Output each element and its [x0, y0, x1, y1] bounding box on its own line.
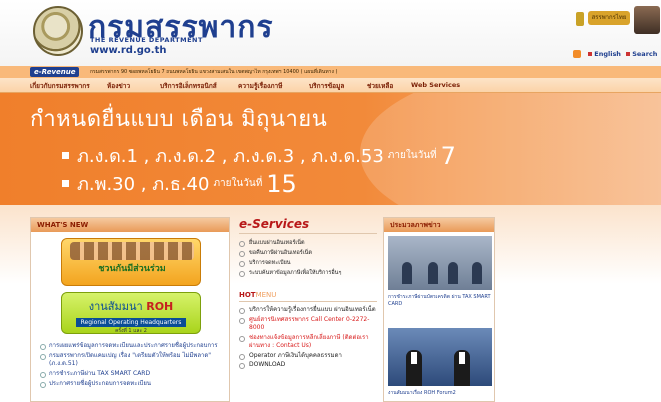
flag-icon [576, 12, 584, 26]
whats-new-title: WHAT'S NEW [31, 218, 229, 232]
hotmenu-title-a: HOT [239, 291, 256, 299]
banner-suffix-2: ภายในวันที่ [213, 178, 263, 189]
promo2-session: ครั้งที่ 1 และ 2 [115, 328, 147, 334]
promo2-title: งานสัมมนา ROH [62, 297, 200, 315]
user-badge[interactable]: สรรพากรไทย [588, 11, 630, 25]
promo2-title-a: งานสัมมนา [88, 300, 143, 313]
banner-title: กำหนดยื่นแบบ เดือน มิถุนายน [30, 107, 328, 132]
bullet-icon [626, 51, 631, 56]
nav-information[interactable]: บริการข้อมูล [309, 81, 344, 91]
banner-forms-2: ภ.พ.30 , ภ.ธ.40 [77, 174, 210, 195]
list-item[interactable]: ประกาศรายชื่อผู้ประกอบการจดทะเบียน [39, 380, 224, 388]
erevenue-logo[interactable]: e-Revenue [30, 67, 80, 77]
list-item[interactable]: การเผยแพร่ข้อมูลการจดทะเบียนและประกาศราย… [39, 342, 224, 350]
main-nav: เกี่ยวกับกรมสรรพากร ห้องข่าว บริการอิเล็… [0, 78, 661, 93]
list-item[interactable]: ศูนย์สารนิเทศสรรพากร Call Center 0-2272-… [239, 316, 377, 333]
promo1-text: ชวนกันมีส่วนร่วม [98, 264, 166, 274]
participation-promo[interactable]: ชวนกันมีส่วนร่วม [61, 238, 201, 286]
promo2-title-b: ROH [146, 300, 174, 313]
hotmenu-title-b: MENU [255, 291, 277, 299]
list-item[interactable]: ระบบค้นหาข้อมูลภาษีเพื่อให้บริการอื่นๆ [239, 268, 377, 278]
person-figure [402, 262, 412, 284]
eservices-title: e-Services [239, 217, 377, 234]
news-photo[interactable] [388, 328, 492, 386]
hotmenu-panel: HOTMENU บริการให้ความรู้เรื่องการยื่นแบบ… [239, 291, 377, 402]
address-bar: e-Revenue กรมสรรพากร 90 ซอยพหลโยธิน 7 ถน… [0, 66, 661, 78]
bullet-icon [62, 180, 69, 187]
hotmenu-title: HOTMENU [239, 291, 377, 302]
list-item[interactable]: บริการจดทะเบียน [239, 258, 377, 268]
brand-name-english: THE REVENUE DEPARTMENT [90, 36, 203, 44]
banner-suffix-1: ภายในวันที่ [387, 150, 437, 161]
address-text: กรมสรรพากร 90 ซอยพหลโยธิน 7 ถนนพหลโยธิน … [90, 69, 338, 75]
list-item[interactable]: บริการให้ความรู้เรื่องการยื่นแบบ ผ่านอิน… [239, 306, 377, 315]
list-item[interactable]: ยื่นแบบผ่านอินเทอร์เน็ต [239, 238, 377, 248]
banner-line-2: ภ.พ.30 , ภ.ธ.40 ภายในวันที่ 15 [62, 169, 297, 198]
brand-url: www.rd.go.th [90, 45, 167, 56]
news-caption-2[interactable]: งานสัมมนาเรื่อง ROH Forum2 [388, 390, 492, 397]
promo-people-image [70, 242, 194, 260]
filing-deadline-banner[interactable]: กำหนดยื่นแบบ เดือน มิถุนายน ภ.ง.ด.1 , ภ.… [0, 93, 661, 205]
roh-seminar-promo[interactable]: งานสัมมนา ROH Regional Operating Headqua… [61, 292, 201, 334]
banner-day-1: 7 [440, 141, 456, 170]
bullet-icon [588, 51, 593, 56]
rss-icon[interactable] [573, 50, 581, 58]
hotmenu-list: บริการให้ความรู้เรื่องการยื่นแบบ ผ่านอิน… [239, 306, 377, 370]
revenue-department-logo[interactable] [33, 6, 83, 56]
news-title: ประมวลภาพข่าว [384, 218, 494, 232]
nav-tax-knowledge[interactable]: ความรู้เรื่องภาษี [238, 81, 282, 91]
nav-eservices[interactable]: บริการอิเล็กทรอนิกส์ [160, 81, 217, 91]
promo2-subtitle: Regional Operating Headquarters [76, 318, 186, 327]
news-panel: ประมวลภาพข่าว การชำระภาษีผ่านบัตรเครดิต … [383, 217, 495, 402]
banner-line-1: ภ.ง.ด.1 , ภ.ง.ด.2 , ภ.ง.ด.3 , ภ.ง.ด.53 ภา… [62, 141, 456, 170]
top-links: English Search FA [573, 50, 661, 58]
eservices-list: ยื่นแบบผ่านอินเทอร์เน็ต ขอคืนภาษีผ่านอิน… [239, 238, 377, 278]
list-item[interactable]: การชำระภาษีผ่าน TAX SMART CARD [39, 370, 224, 378]
person-figure [448, 262, 458, 284]
list-item[interactable]: ช่องทางแจ้งข้อมูลการหลีกเลี่ยงภาษี (ติดต… [239, 334, 377, 351]
list-item[interactable]: Operator ภาษีเงินได้บุคคลธรรมดา [239, 352, 377, 361]
english-link[interactable]: English [594, 50, 621, 58]
shirt-shape [411, 352, 417, 364]
eservices-panel: e-Services ยื่นแบบผ่านอินเทอร์เน็ต ขอคืน… [239, 217, 377, 292]
nav-newsroom[interactable]: ห้องข่าว [107, 81, 130, 91]
whats-new-panel: WHAT'S NEW ชวนกันมีส่วนร่วม งานสัมมนา RO… [30, 217, 230, 402]
search-link[interactable]: Search [632, 50, 657, 58]
list-item[interactable]: DOWNLOAD [239, 361, 377, 370]
person-figure [428, 262, 438, 284]
shirt-shape [459, 352, 465, 364]
list-item[interactable]: ขอคืนภาษีผ่านอินเทอร์เน็ต [239, 248, 377, 258]
banner-forms-1: ภ.ง.ด.1 , ภ.ง.ด.2 , ภ.ง.ด.3 , ภ.ง.ด.53 [77, 146, 384, 167]
content-area: WHAT'S NEW ชวนกันมีส่วนร่วม งานสัมมนา RO… [0, 205, 661, 402]
nav-web-services[interactable]: Web Services [411, 81, 460, 89]
list-item[interactable]: กรมสรรพากรเปิดแคมเปญ เรื่อง "เตรียมตัวให… [39, 352, 224, 368]
bullet-icon [62, 152, 69, 159]
person-figure [472, 262, 482, 284]
official-photo [634, 6, 660, 34]
site-header: กรมสรรพากร THE REVENUE DEPARTMENT www.rd… [0, 0, 661, 66]
news-caption-1[interactable]: การชำระภาษีผ่านบัตรเครดิต ผ่าน TAX SMART… [388, 294, 492, 308]
nav-about[interactable]: เกี่ยวกับกรมสรรพากร [30, 81, 90, 91]
nav-help[interactable]: ช่วยเหลือ [367, 81, 393, 91]
banner-day-2: 15 [266, 169, 297, 198]
whats-new-list: การเผยแพร่ข้อมูลการจดทะเบียนและประกาศราย… [39, 342, 224, 390]
news-photo[interactable] [388, 236, 492, 290]
